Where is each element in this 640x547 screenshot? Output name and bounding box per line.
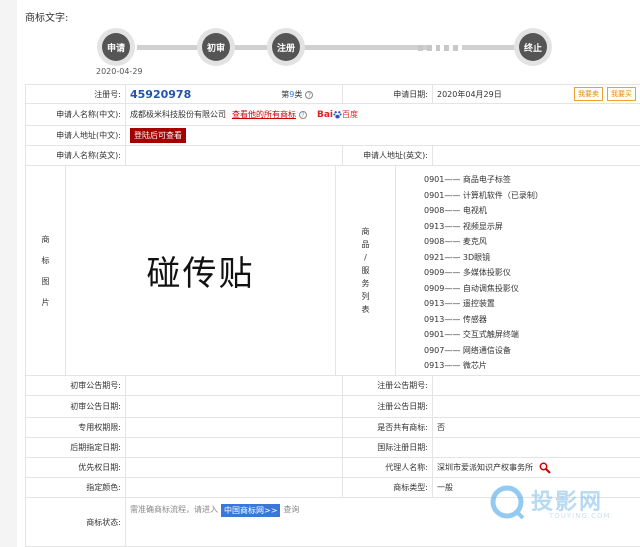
color-label: 指定颜色: bbox=[26, 478, 126, 497]
baidu-logo-icon: Bai bbox=[317, 109, 334, 120]
list-item: 0913—— 遥控装置 bbox=[424, 299, 495, 308]
agent-value: 深圳市爱派知识产权事务所 bbox=[437, 463, 533, 472]
apply-date-value: 2020年04月29日 bbox=[437, 89, 502, 99]
section-title: 商标文字: bbox=[25, 13, 69, 24]
list-item: 0909—— 多媒体投影仪 bbox=[424, 268, 511, 277]
step-register: 注册 bbox=[267, 28, 305, 66]
baidu-search-link[interactable]: Bai 百度 bbox=[317, 109, 358, 120]
progress-track bbox=[462, 45, 522, 50]
table-row: 申请人名称(英文): 申请人地址(英文): bbox=[25, 146, 640, 166]
list-item: 0908—— 麦克风 bbox=[424, 237, 487, 246]
login-to-view-button[interactable]: 登陆后可查看 bbox=[130, 128, 186, 143]
step-apply: 申请 bbox=[97, 28, 135, 66]
search-icon[interactable] bbox=[539, 462, 551, 474]
exclusive-label: 专用权期限: bbox=[26, 418, 126, 437]
prelim-no-label: 初审公告期号: bbox=[26, 376, 126, 395]
table-row: 初审公告期号: 注册公告期号: bbox=[25, 376, 640, 396]
step-terminate: 终止 bbox=[514, 28, 552, 66]
addr-en-label: 申请人地址(英文): bbox=[343, 146, 433, 165]
table-row: 优先权日期: 代理人名称: 深圳市爱派知识产权事务所 bbox=[25, 458, 640, 478]
list-item: 0901—— 交互式触屏终端 bbox=[424, 330, 519, 339]
trademark-image: 碰传贴 bbox=[66, 166, 336, 375]
table-row: 申请人名称(中文): 成都极米科技股份有限公司 查看他的所有商标 ? Bai 百… bbox=[25, 104, 640, 126]
trademark-text: 碰传贴 bbox=[146, 254, 255, 294]
progress-dots bbox=[418, 44, 458, 51]
reg-no-label: 注册号: bbox=[26, 85, 126, 103]
list-item: 0921—— 3D眼镜 bbox=[424, 252, 491, 262]
shared-label: 是否共有商标: bbox=[343, 418, 433, 437]
goods-label: 商品 / 服 务列 表 bbox=[336, 166, 396, 375]
sell-button[interactable]: 我要卖 bbox=[574, 87, 603, 101]
step-prelim: 初审 bbox=[197, 28, 235, 66]
applicant-en-value bbox=[126, 146, 343, 165]
table-row: 商 标 图 片 碰传贴 商品 / 服 务列 表 0901—— 商品电子标签 090… bbox=[25, 166, 640, 376]
list-item: 0901—— 商品电子标签 bbox=[424, 175, 511, 184]
reg-notice-no-label: 注册公告期号: bbox=[343, 376, 433, 395]
table-row: 初审公告日期: 注册公告日期: bbox=[25, 396, 640, 418]
all-marks-link[interactable]: 查看他的所有商标 bbox=[232, 109, 296, 120]
addr-cn-label: 申请人地址(中文): bbox=[26, 126, 126, 145]
watermark-ring-icon bbox=[490, 485, 525, 520]
intl-date-label: 国际注册日期: bbox=[343, 438, 433, 457]
image-label: 商 标 图 片 bbox=[26, 166, 66, 375]
list-item: 0913—— 微芯片 bbox=[424, 361, 487, 370]
apply-date-label: 申请日期: bbox=[343, 85, 433, 103]
table-row: 申请人地址(中文): 登陆后可查看 bbox=[25, 126, 640, 146]
reg-no-value: 45920978 bbox=[130, 87, 192, 101]
list-item: 0913—— 传感器 bbox=[424, 314, 487, 324]
paw-icon bbox=[333, 111, 342, 119]
help-icon[interactable]: ? bbox=[305, 90, 314, 99]
progress-bar: 申请 初审 注册 终止 2020-04-29 bbox=[17, 24, 640, 80]
goods-list: 0901—— 商品电子标签 0901—— 计算机软件（已录制） 0908—— 电… bbox=[396, 166, 640, 375]
applicant-cn-label: 申请人名称(中文): bbox=[26, 104, 126, 125]
status-hint: 需准确商标流程，请进入 bbox=[130, 505, 218, 514]
table-row: 注册号: 45920978 第9类? 申请日期: 2020年04月29日 我要卖… bbox=[25, 84, 640, 104]
cn-trademark-link[interactable]: 中国商标网>> bbox=[221, 504, 281, 517]
priority-label: 优先权日期: bbox=[26, 458, 126, 477]
applicant-en-label: 申请人名称(英文): bbox=[26, 146, 126, 165]
agent-label: 代理人名称: bbox=[343, 458, 433, 477]
class-info: 第9类? bbox=[281, 89, 314, 100]
apply-date-caption: 2020-04-29 bbox=[96, 67, 143, 76]
reg-notice-date-label: 注册公告日期: bbox=[343, 396, 433, 417]
list-item: 0901—— 计算机软件（已录制） bbox=[424, 190, 543, 200]
list-item: 0913—— 视频显示屏 bbox=[424, 221, 503, 231]
list-item: 0908—— 电视机 bbox=[424, 206, 487, 215]
list-item: 0909—— 自动调焦投影仪 bbox=[424, 283, 519, 293]
type-label: 商标类型: bbox=[343, 478, 433, 497]
table-row: 后期指定日期: 国际注册日期: bbox=[25, 438, 640, 458]
buy-button[interactable]: 我要买 bbox=[607, 87, 636, 101]
list-item: 0907—— 网络通信设备 bbox=[424, 345, 511, 355]
status-label: 商标状态: bbox=[26, 498, 126, 546]
prelim-date-label: 初审公告日期: bbox=[26, 396, 126, 417]
watermark-logo: 投影网 TOUYING.COM bbox=[487, 478, 640, 534]
trademark-detail-panel: 商标文字: 申请 初审 注册 终止 2020-04-29 注册号: 459209… bbox=[17, 0, 640, 547]
shared-value: 否 bbox=[433, 418, 640, 437]
addr-en-value bbox=[433, 146, 640, 165]
applicant-cn-value: 成都极米科技股份有限公司 bbox=[130, 110, 226, 119]
later-date-label: 后期指定日期: bbox=[26, 438, 126, 457]
table-row: 专用权期限: 是否共有商标: 否 bbox=[25, 418, 640, 438]
help-icon[interactable]: ? bbox=[299, 110, 307, 119]
